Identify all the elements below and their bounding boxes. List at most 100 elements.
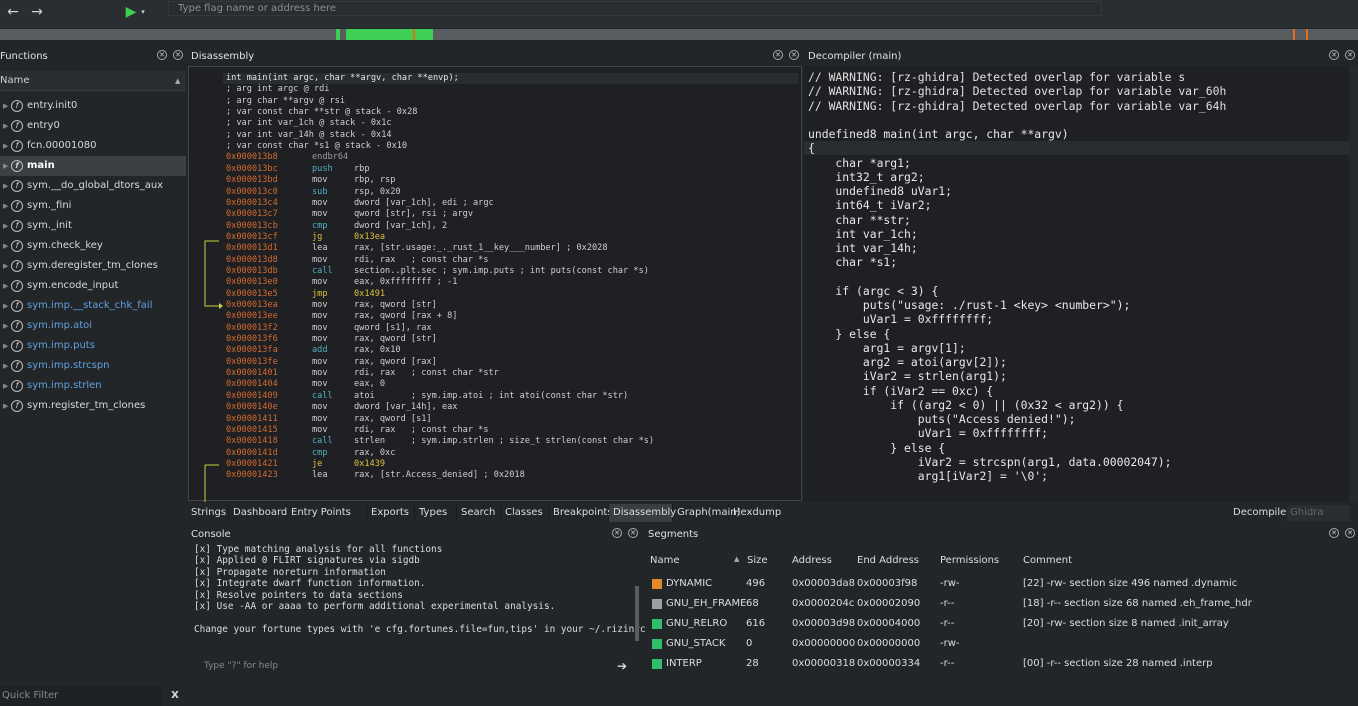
tab-breakpoints[interactable]: Breakpoints bbox=[549, 504, 613, 522]
disasm-line[interactable]: 0x000013e0 mov eax, 0xffffffff ; -1 bbox=[226, 277, 457, 288]
expand-arrow-icon[interactable]: ▶ bbox=[3, 336, 8, 356]
disasm-line[interactable]: 0x00001423 lea rax, [str.Access_denied] ; … bbox=[226, 470, 525, 481]
disasm-line[interactable]: 0x000013db call section..plt.sec ; sym.imp… bbox=[226, 266, 649, 277]
function-item[interactable]: ▶ f sym.imp.strlen bbox=[0, 376, 186, 396]
segments-column-header[interactable]: Size bbox=[747, 555, 768, 566]
function-item[interactable]: ▶ f sym.imp.__stack_chk_fail bbox=[0, 296, 186, 316]
expand-arrow-icon[interactable]: ▶ bbox=[3, 236, 8, 256]
disasm-line[interactable]: 0x000013ee mov rax, qword [rax + 8] bbox=[226, 311, 457, 322]
expand-arrow-icon[interactable]: ▶ bbox=[3, 356, 8, 376]
disasm-line[interactable]: 0x000013fa add rax, 0x10 bbox=[226, 345, 401, 356]
clear-filter-button[interactable]: X bbox=[168, 686, 182, 706]
disasm-line[interactable]: 0x000013c0 sub rsp, 0x20 bbox=[226, 187, 401, 198]
tab-search[interactable]: Search bbox=[457, 504, 501, 522]
function-item[interactable]: ▶ f main bbox=[0, 156, 186, 176]
decompiler-engine-select[interactable]: Ghidra bbox=[1287, 505, 1350, 521]
function-item[interactable]: ▶ f sym._init bbox=[0, 216, 186, 236]
function-item[interactable]: ▶ f entry.init0 bbox=[0, 96, 186, 116]
chevron-down-icon[interactable]: ▾ bbox=[138, 2, 148, 22]
expand-arrow-icon[interactable]: ▶ bbox=[3, 176, 8, 196]
expand-arrow-icon[interactable]: ▶ bbox=[3, 256, 8, 276]
disasm-line[interactable]: 0x000013f6 mov rax, qword [str] bbox=[226, 334, 437, 345]
float-icon[interactable]: ✕ bbox=[773, 50, 783, 60]
disasm-line[interactable]: 0x000013d1 lea rax, [str.usage:_._rust_1__… bbox=[226, 243, 608, 254]
tab-entry-points[interactable]: Entry Points bbox=[287, 504, 367, 522]
segments-column-header[interactable]: End Address bbox=[857, 555, 919, 566]
column-header[interactable]: Name ▲ bbox=[0, 71, 186, 91]
disasm-line[interactable]: 0x000013e5 jmp 0x1491 bbox=[226, 289, 385, 300]
expand-arrow-icon[interactable]: ▶ bbox=[3, 116, 8, 136]
decompiler-code[interactable]: // WARNING: [rz-ghidra] Detected overlap… bbox=[804, 66, 1358, 502]
disasm-line[interactable]: 0x0000140e mov dword [var_14h], eax bbox=[226, 402, 457, 413]
disasm-line[interactable]: 0x00001415 mov rdi, rax ; const char *s bbox=[226, 425, 489, 436]
arrow-left-icon[interactable]: ← bbox=[2, 2, 24, 22]
disasm-line[interactable]: 0x00001404 mov eax, 0 bbox=[226, 379, 385, 390]
function-item[interactable]: ▶ f sym.register_tm_clones bbox=[0, 396, 186, 416]
disasm-line[interactable]: 0x000013cb cmp dword [var_1ch], 2 bbox=[226, 221, 447, 232]
scrollbar[interactable] bbox=[1349, 66, 1358, 502]
tab-types[interactable]: Types bbox=[415, 504, 457, 522]
segments-column-header[interactable]: Permissions bbox=[940, 555, 999, 566]
tab-exports[interactable]: Exports bbox=[367, 504, 415, 522]
float-icon[interactable]: ✕ bbox=[612, 528, 622, 538]
scrollbar[interactable] bbox=[635, 586, 639, 641]
function-item[interactable]: ▶ f sym.imp.strcspn bbox=[0, 356, 186, 376]
close-icon[interactable]: ✕ bbox=[1345, 528, 1355, 538]
segments-column-header[interactable]: Name bbox=[650, 555, 680, 566]
expand-arrow-icon[interactable]: ▶ bbox=[3, 376, 8, 396]
expand-arrow-icon[interactable]: ▶ bbox=[3, 196, 8, 216]
disasm-line[interactable]: 0x000013bd mov rbp, rsp bbox=[226, 175, 395, 186]
tab-hexdump[interactable]: Hexdump bbox=[729, 504, 781, 522]
function-item[interactable]: ▶ f sym._fini bbox=[0, 196, 186, 216]
close-icon[interactable]: ✕ bbox=[173, 50, 183, 60]
segment-row[interactable]: GNU_EH_FRAME 68 0x0000204c 0x00002090 -r-- [1… bbox=[644, 594, 1350, 614]
arrow-right-icon[interactable]: → bbox=[26, 2, 48, 22]
tab-dashboard[interactable]: Dashboard bbox=[229, 504, 287, 522]
expand-arrow-icon[interactable]: ▶ bbox=[3, 316, 8, 336]
float-icon[interactable]: ✕ bbox=[1329, 528, 1339, 538]
disassembly-code[interactable]: int main(int argc, char **argv, char **e… bbox=[188, 66, 802, 502]
function-item[interactable]: ▶ f sym.imp.puts bbox=[0, 336, 186, 356]
disasm-line[interactable]: 0x0000141d cmp rax, 0xc bbox=[226, 448, 395, 459]
disasm-line[interactable]: 0x000013cf jg 0x13ea bbox=[226, 232, 385, 243]
function-item[interactable]: ▶ f entry0 bbox=[0, 116, 186, 136]
address-input[interactable]: Type flag name or address here bbox=[168, 1, 1102, 16]
disasm-line[interactable]: 0x000013d8 mov rdi, rax ; const char *s bbox=[226, 255, 489, 266]
expand-arrow-icon[interactable]: ▶ bbox=[3, 156, 8, 176]
float-icon[interactable]: ✕ bbox=[1329, 50, 1339, 60]
tab-classes[interactable]: Classes bbox=[501, 504, 549, 522]
expand-arrow-icon[interactable]: ▶ bbox=[3, 396, 8, 416]
expand-arrow-icon[interactable]: ▶ bbox=[3, 276, 8, 296]
disasm-line[interactable]: 0x000013fe mov rax, qword [rax] bbox=[226, 357, 437, 368]
disasm-line[interactable]: 0x000013f2 mov qword [s1], rax bbox=[226, 323, 432, 334]
tab-disassembly[interactable]: Disassembly bbox=[609, 504, 676, 522]
quick-filter-input[interactable]: Quick Filter bbox=[0, 686, 162, 706]
disasm-line[interactable]: 0x000013c4 mov dword [var_1ch], edi ; argc bbox=[226, 198, 494, 209]
function-item[interactable]: ▶ f sym.imp.atoi bbox=[0, 316, 186, 336]
segments-column-header[interactable]: Comment bbox=[1023, 555, 1072, 566]
disasm-line[interactable]: 0x00001409 call atoi ; sym.imp.atoi ; int … bbox=[226, 391, 628, 402]
disasm-line[interactable]: 0x00001418 call strlen ; sym.imp.strlen ; … bbox=[226, 436, 654, 447]
close-icon[interactable]: ✕ bbox=[1345, 50, 1355, 60]
expand-arrow-icon[interactable]: ▶ bbox=[3, 296, 8, 316]
function-item[interactable]: ▶ f sym.check_key bbox=[0, 236, 186, 256]
function-item[interactable]: ▶ f sym.deregister_tm_clones bbox=[0, 256, 186, 276]
disasm-line[interactable]: 0x000013c7 mov qword [str], rsi ; argv bbox=[226, 209, 473, 220]
tab-graph-main-[interactable]: Graph(main) bbox=[673, 504, 740, 522]
console-input[interactable]: Type "?" for help bbox=[187, 658, 607, 674]
close-icon[interactable]: ✕ bbox=[789, 50, 799, 60]
expand-arrow-icon[interactable]: ▶ bbox=[3, 216, 8, 236]
expand-arrow-icon[interactable]: ▶ bbox=[3, 96, 8, 116]
segments-column-header[interactable]: Address bbox=[792, 555, 832, 566]
float-icon[interactable]: ✕ bbox=[157, 50, 167, 60]
function-item[interactable]: ▶ f sym.__do_global_dtors_aux bbox=[0, 176, 186, 196]
disasm-line[interactable]: 0x000013bc push rbp bbox=[226, 164, 370, 175]
function-item[interactable]: ▶ f fcn.00001080 bbox=[0, 136, 186, 156]
segment-row[interactable]: DYNAMIC 496 0x00003da8 0x00003f98 -rw- [22] -… bbox=[644, 574, 1350, 594]
expand-arrow-icon[interactable]: ▶ bbox=[3, 136, 8, 156]
segment-row[interactable]: INTERP 28 0x00000318 0x00000334 -r-- [00] -r-… bbox=[644, 654, 1350, 674]
close-icon[interactable]: ✕ bbox=[628, 528, 638, 538]
function-item[interactable]: ▶ f sym.encode_input bbox=[0, 276, 186, 296]
disasm-line[interactable]: 0x00001411 mov rax, qword [s1] bbox=[226, 414, 432, 425]
tab-strings[interactable]: Strings bbox=[187, 504, 229, 522]
